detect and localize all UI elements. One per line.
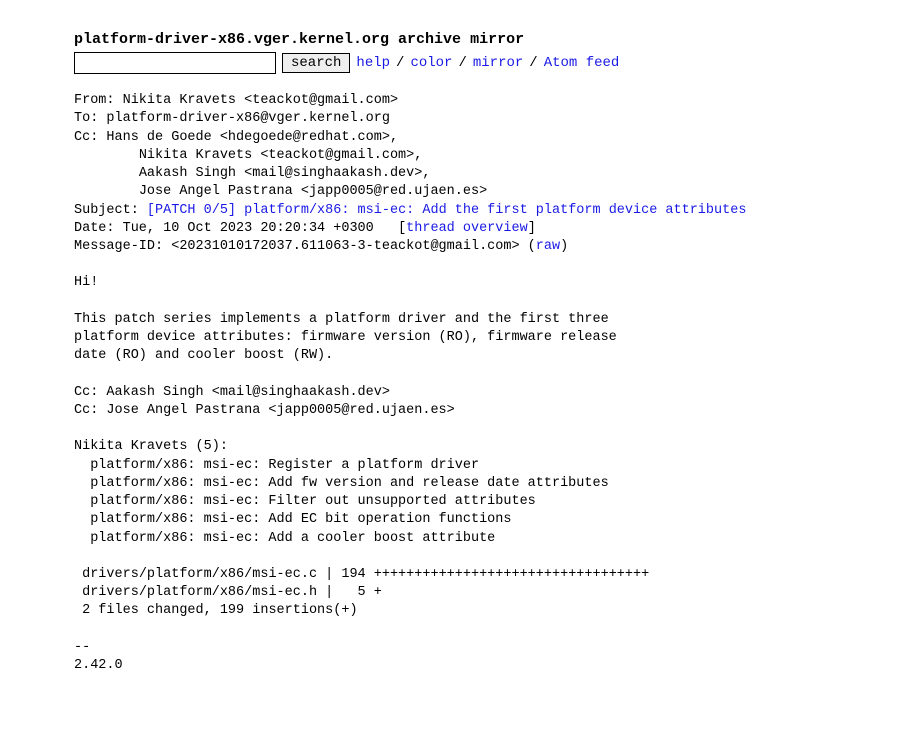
body-line: drivers/platform/x86/msi-ec.c | 194 ++++…: [74, 567, 649, 582]
cc-value-2: Nikita Kravets <teackot@gmail.com>,: [139, 148, 423, 163]
body-line: platform/x86: msi-ec: Register a platfor…: [74, 458, 479, 473]
body-line: Cc: Aakash Singh <mail@singhaakash.dev>: [74, 385, 390, 400]
subject-link[interactable]: [PATCH 0/5] platform/x86: msi-ec: Add th…: [147, 203, 747, 218]
separator: /: [458, 54, 466, 73]
body-line: 2.42.0: [74, 658, 123, 673]
separator: /: [529, 54, 537, 73]
cc-value-1: Hans de Goede <hdegoede@redhat.com>,: [106, 130, 398, 145]
to-value: platform-driver-x86@vger.kernel.org: [106, 111, 390, 126]
body-line: Nikita Kravets (5):: [74, 439, 228, 454]
body-line: platform/x86: msi-ec: Add fw version and…: [74, 476, 609, 491]
message-id-label: Message-ID:: [74, 239, 171, 254]
cc-value-3: Aakash Singh <mail@singhaakash.dev>,: [139, 166, 431, 181]
color-link[interactable]: color: [410, 54, 452, 73]
cc-value-4: Jose Angel Pastrana <japp0005@red.ujaen.…: [139, 184, 487, 199]
separator: /: [396, 54, 404, 73]
body-line: platform/x86: msi-ec: Filter out unsuppo…: [74, 494, 536, 509]
thread-overview-link[interactable]: thread overview: [406, 221, 528, 236]
from-label: From:: [74, 93, 123, 108]
body-line: Cc: Jose Angel Pastrana <japp0005@red.uj…: [74, 403, 455, 418]
subject-label: Subject:: [74, 203, 147, 218]
raw-link[interactable]: raw: [536, 239, 560, 254]
help-link[interactable]: help: [356, 54, 390, 73]
body-line: Hi!: [74, 275, 98, 290]
message-id-value: <20231010172037.611063-3-teackot@gmail.c…: [171, 239, 536, 254]
cc-label: Cc:: [74, 130, 106, 145]
top-bar: search help / color / mirror / Atom feed: [74, 52, 874, 74]
search-input[interactable]: [74, 52, 276, 74]
body-line: platform device attributes: firmware ver…: [74, 330, 617, 345]
body-line: platform/x86: msi-ec: Add EC bit operati…: [74, 512, 511, 527]
page-title: platform-driver-x86.vger.kernel.org arch…: [74, 30, 874, 50]
message-id-close: ): [560, 239, 568, 254]
date-label: Date:: [74, 221, 123, 236]
body-line: 2 files changed, 199 insertions(+): [74, 603, 358, 618]
body-line: --: [74, 640, 98, 655]
from-value: Nikita Kravets <teackot@gmail.com>: [123, 93, 398, 108]
body-line: platform/x86: msi-ec: Add a cooler boost…: [74, 531, 495, 546]
search-button[interactable]: search: [282, 53, 350, 73]
to-label: To:: [74, 111, 106, 126]
body-line: This patch series implements a platform …: [74, 312, 609, 327]
body-line: drivers/platform/x86/msi-ec.h | 5 +: [74, 585, 382, 600]
message-body: From: Nikita Kravets <teackot@gmail.com>…: [74, 92, 874, 675]
body-line: date (RO) and cooler boost (RW).: [74, 348, 333, 363]
mirror-link[interactable]: mirror: [473, 54, 523, 73]
date-value: Tue, 10 Oct 2023 20:20:34 +0300: [123, 221, 374, 236]
atom-feed-link[interactable]: Atom feed: [544, 54, 620, 73]
